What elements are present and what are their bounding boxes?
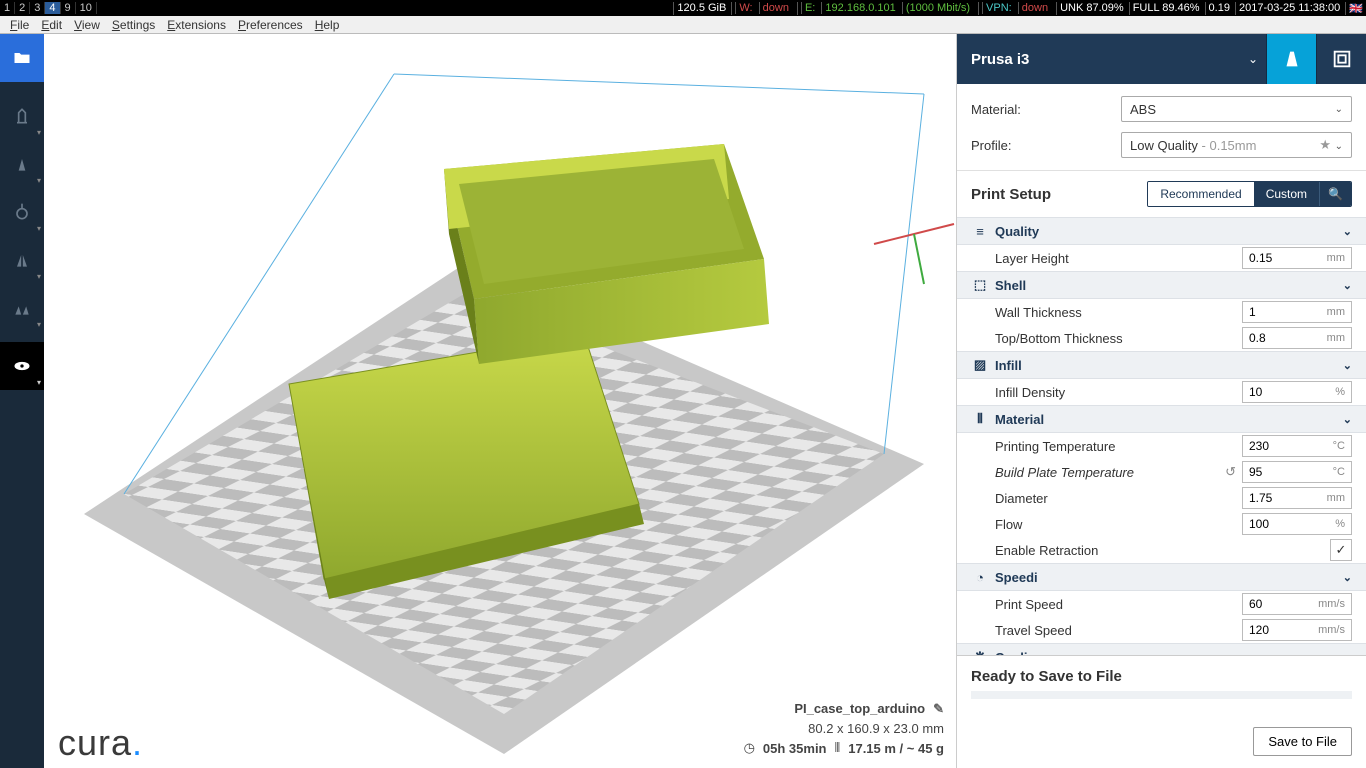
material-label: Material: [971, 102, 1121, 117]
left-toolbar: ▾ ▾ ▾ ▾ ▾ ▾ [0, 34, 44, 768]
mirror-tool[interactable]: ▾ [0, 236, 44, 284]
system-status-bar: 1234910 120.5 GiB W: down E: 192.168.0.1… [0, 0, 1366, 16]
profile-select[interactable]: Low Quality - 0.15mm★ ⌄ [1121, 132, 1352, 158]
rotate-tool[interactable]: ▾ [0, 188, 44, 236]
3d-viewport[interactable]: cura. PI_case_top_arduino ✎ 80.2 x 160.9 … [44, 34, 956, 768]
print-speed-input[interactable]: mm/s [1242, 593, 1352, 615]
category-shell[interactable]: ⬚Shell⌄ [957, 271, 1366, 299]
menu-edit[interactable]: Edit [35, 18, 68, 32]
workspace-3[interactable]: 3 [30, 2, 45, 14]
workspace-10[interactable]: 10 [76, 2, 97, 14]
edit-name-icon[interactable]: ✎ [933, 701, 944, 716]
tab-recommended[interactable]: Recommended [1148, 182, 1253, 206]
open-file-button[interactable] [0, 34, 44, 82]
workspace-2[interactable]: 2 [15, 2, 30, 14]
infill-density-input[interactable]: % [1242, 381, 1352, 403]
category-infill[interactable]: ▨Infill⌄ [957, 351, 1366, 379]
workspace-1[interactable]: 1 [0, 2, 15, 14]
menu-preferences[interactable]: Preferences [232, 18, 309, 32]
menu-file[interactable]: File [4, 18, 35, 32]
workspace-9[interactable]: 9 [61, 2, 76, 14]
print-setup-title: Print Setup [971, 186, 1147, 203]
diameter-input[interactable]: mm [1242, 487, 1352, 509]
app-logo: cura. [58, 722, 143, 764]
flag-icon: 🇬🇧 [1345, 2, 1366, 15]
settings-panel: Prusa i3 ⌄ Material: ABS⌄ Profile: Low Q… [956, 34, 1366, 768]
reset-icon[interactable]: ↺ [1225, 464, 1236, 480]
status-text: Ready to Save to File [971, 668, 1352, 685]
filament-icon: ⦀ [835, 740, 841, 756]
menu-help[interactable]: Help [309, 18, 346, 32]
print-time: 05h 35min [763, 741, 827, 756]
printer-select[interactable]: Prusa i3 [957, 51, 1248, 68]
bed-temp-input[interactable]: °C [1242, 461, 1352, 483]
progress-bar [971, 691, 1352, 699]
profile-label: Profile: [971, 138, 1121, 153]
workspace-switcher[interactable]: 1234910 [0, 2, 97, 14]
category-material[interactable]: ⦀Material⌄ [957, 405, 1366, 433]
material-select[interactable]: ABS⌄ [1121, 96, 1352, 122]
move-tool[interactable]: ▾ [0, 92, 44, 140]
menu-settings[interactable]: Settings [106, 18, 161, 32]
tab-custom[interactable]: Custom [1254, 182, 1319, 206]
chevron-down-icon[interactable]: ⌄ [1248, 52, 1258, 66]
tab-print-settings[interactable] [1266, 34, 1316, 84]
filament-usage: 17.15 m / ~ 45 g [848, 741, 944, 756]
save-button[interactable]: Save to File [1253, 727, 1352, 756]
clock-icon: ◷ [744, 740, 755, 756]
object-name: PI_case_top_arduino [794, 701, 925, 716]
layer-height-input[interactable]: mm [1242, 247, 1352, 269]
workspace-4[interactable]: 4 [45, 2, 60, 14]
scale-tool[interactable]: ▾ [0, 140, 44, 188]
menubar: FileEditViewSettingsExtensionsPreference… [0, 16, 1366, 34]
clock: 2017-03-25 11:38:00 [1235, 2, 1343, 15]
travel-speed-input[interactable]: mm/s [1242, 619, 1352, 641]
category-quality[interactable]: ≡Quality⌄ [957, 217, 1366, 245]
wall-thickness-input[interactable]: mm [1242, 301, 1352, 323]
menu-view[interactable]: View [68, 18, 106, 32]
object-info: PI_case_top_arduino ✎ 80.2 x 160.9 x 23.0… [744, 701, 944, 756]
layer-height-label: Layer Height [995, 251, 1242, 266]
menu-extensions[interactable]: Extensions [161, 18, 232, 32]
category-speed[interactable]: ◔Speedi⌄ [957, 563, 1366, 591]
flow-input[interactable]: % [1242, 513, 1352, 535]
tab-monitor[interactable] [1316, 34, 1366, 84]
object-dimensions: 80.2 x 160.9 x 23.0 mm [744, 721, 944, 736]
disk-usage: 120.5 GiB [673, 2, 729, 15]
topbottom-input[interactable]: mm [1242, 327, 1352, 349]
retraction-checkbox[interactable]: ✓ [1330, 539, 1352, 561]
search-icon[interactable]: 🔍 [1319, 182, 1351, 206]
view-mode-tool[interactable]: ▾ [0, 342, 44, 390]
print-temp-input[interactable]: °C [1242, 435, 1352, 457]
per-model-tool[interactable]: ▾ [0, 284, 44, 332]
category-cooling[interactable]: ❋Cooling⌄ [957, 643, 1366, 655]
